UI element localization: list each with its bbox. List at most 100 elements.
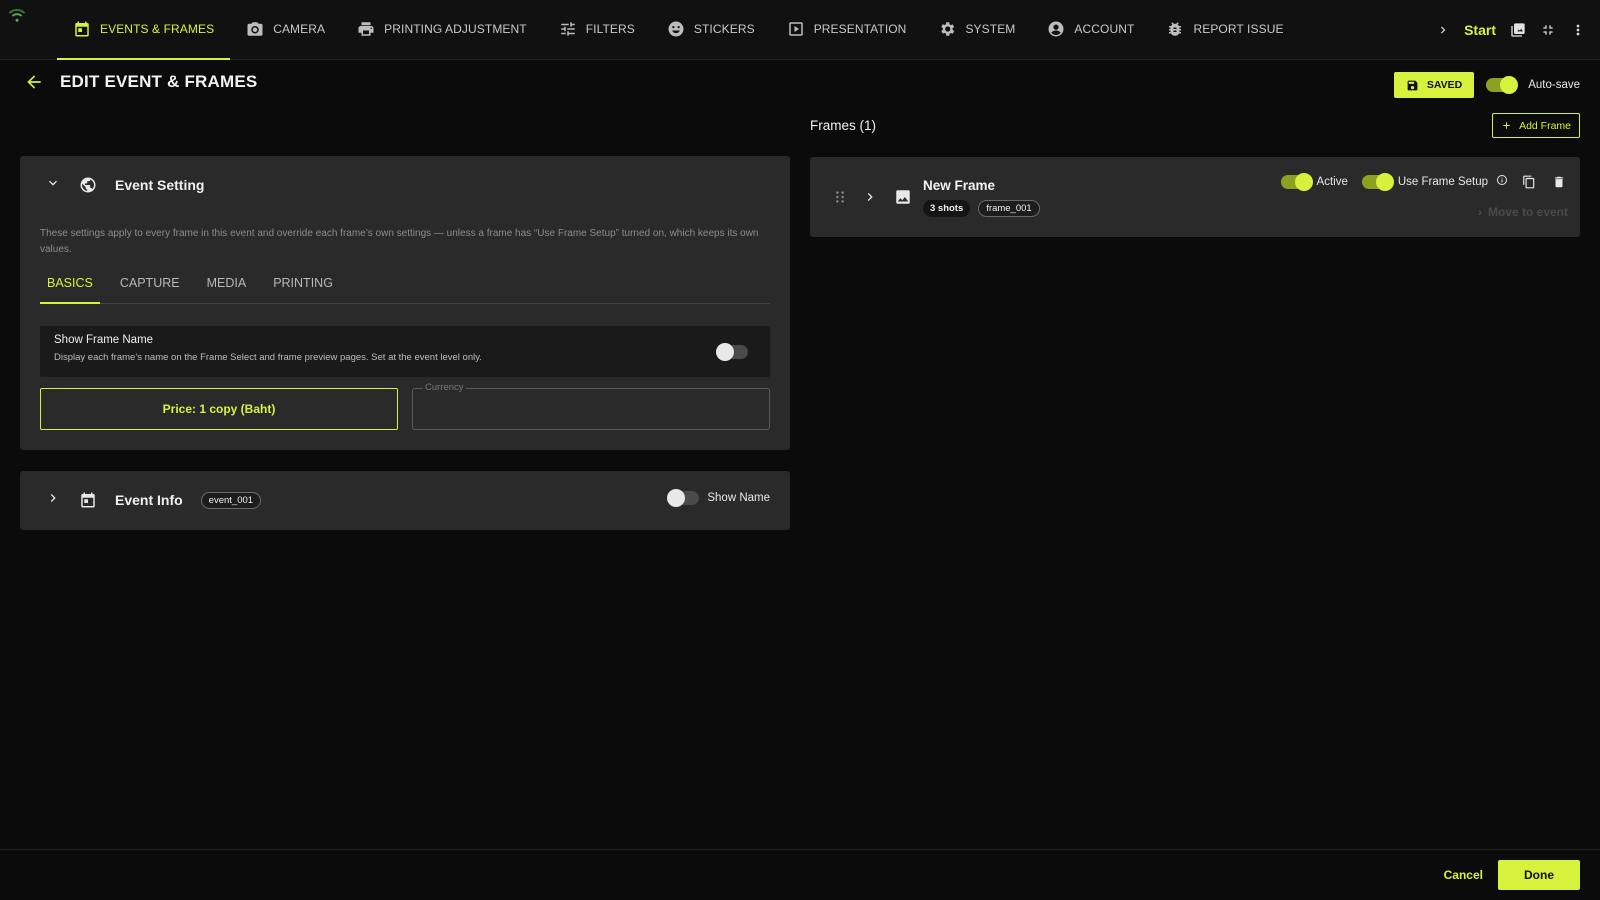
- currency-field[interactable]: Currency: [412, 382, 770, 430]
- page-header: EDIT EVENT & FRAMES: [24, 72, 257, 92]
- chevron-right-icon[interactable]: [1436, 23, 1450, 37]
- tab-printing[interactable]: PRINTING: [266, 264, 340, 304]
- saved-label: SAVED: [1426, 79, 1463, 91]
- event-info-title: Event Info: [115, 492, 183, 508]
- tab-report-issue[interactable]: REPORT ISSUE: [1150, 0, 1299, 60]
- option-description: Display each frame’s name on the Frame S…: [54, 352, 482, 363]
- tab-capture[interactable]: CAPTURE: [113, 264, 187, 304]
- tab-basics[interactable]: BASICS: [40, 264, 100, 304]
- tab-stickers[interactable]: STICKERS: [651, 0, 771, 60]
- done-button[interactable]: Done: [1498, 860, 1580, 890]
- event-setting-description: These settings apply to every frame in t…: [40, 228, 759, 255]
- account-icon: [1048, 21, 1064, 37]
- cancel-button[interactable]: Cancel: [1444, 868, 1483, 882]
- toggle-knob: [1294, 173, 1313, 191]
- currency-label: Currency: [423, 382, 466, 393]
- tab-label: ACCOUNT: [1074, 22, 1135, 36]
- tab-label: STICKERS: [693, 22, 755, 36]
- tab-events-frames[interactable]: EVENTS & FRAMES: [57, 0, 231, 60]
- active-label: Active: [1316, 176, 1348, 188]
- add-frame-button[interactable]: Add Frame: [1492, 113, 1580, 138]
- tab-label: PRESENTATION: [813, 22, 907, 36]
- chevron-right-icon: ›: [1477, 205, 1482, 219]
- delete-icon[interactable]: [1552, 175, 1566, 189]
- toggle-knob: [1375, 173, 1394, 191]
- plus-icon: [1503, 122, 1510, 129]
- event-setting-tabs: BASICS CAPTURE MEDIA PRINTING: [40, 264, 770, 304]
- tab-system[interactable]: SYSTEM: [922, 0, 1031, 60]
- frame-name: New Frame: [923, 178, 996, 193]
- image-icon: [896, 190, 910, 204]
- frame-controls: Active Use Frame Setup: [1280, 173, 1566, 191]
- frame-expand-toggle[interactable]: [862, 189, 878, 210]
- event-setting-panel: Event Setting These settings apply to ev…: [20, 156, 790, 450]
- footer-bar: Cancel Done: [0, 849, 1600, 900]
- arrow-left-icon: [27, 75, 41, 89]
- autosave-label: Auto-save: [1528, 79, 1580, 91]
- add-frame-label: Add Frame: [1519, 119, 1571, 132]
- event-setting-title: Event Setting: [115, 177, 205, 193]
- expand-toggle[interactable]: [45, 490, 61, 511]
- frame-card: New Frame 3 shots frame_001 Active Use F…: [810, 157, 1580, 237]
- option-title: Show Frame Name: [54, 334, 154, 346]
- gallery-icon[interactable]: [1510, 22, 1526, 38]
- collapse-toggle[interactable]: [45, 175, 61, 196]
- tab-filters[interactable]: FILTERS: [543, 0, 651, 60]
- start-button[interactable]: Start: [1464, 22, 1496, 38]
- bug-icon: [1169, 22, 1182, 36]
- tab-label: SYSTEM: [965, 22, 1016, 36]
- event-setting-header[interactable]: Event Setting: [20, 156, 790, 214]
- copy-icon[interactable]: [1522, 175, 1536, 189]
- frame-thumbnail: [894, 188, 912, 211]
- move-to-event-button[interactable]: › Move to event: [1478, 205, 1568, 219]
- info-button[interactable]: [1496, 173, 1508, 191]
- show-name-toggle[interactable]: [667, 489, 700, 507]
- use-frame-setup-label: Use Frame Setup: [1397, 176, 1488, 188]
- toggle-knob: [667, 489, 686, 507]
- nav-tabs: EVENTS & FRAMES CAMERA PRINTING ADJUSTME…: [57, 0, 1300, 60]
- camera-icon: [247, 22, 263, 36]
- tab-presentation[interactable]: PRESENTATION: [771, 0, 923, 60]
- event-id-badge: event_001: [200, 491, 262, 509]
- show-frame-name-toggle[interactable]: [716, 343, 748, 361]
- show-name-label: Show Name: [707, 492, 770, 504]
- drag-handle[interactable]: [834, 190, 846, 209]
- move-to-event-label: Move to event: [1487, 205, 1568, 219]
- fullscreen-exit-icon[interactable]: [1540, 22, 1556, 38]
- tab-printing-adjustment[interactable]: PRINTING ADJUSTMENT: [341, 0, 543, 60]
- save-icon: [1407, 80, 1418, 90]
- toggle-knob: [716, 343, 734, 361]
- saved-button[interactable]: SAVED: [1393, 72, 1475, 98]
- tab-label: EVENTS & FRAMES: [100, 22, 215, 36]
- tab-label: FILTERS: [585, 22, 635, 36]
- more-vertical-icon[interactable]: [1570, 22, 1586, 38]
- frame-active-toggle[interactable]: [1280, 173, 1313, 191]
- calendar-icon: [81, 492, 95, 508]
- back-button[interactable]: [24, 72, 44, 92]
- wifi-icon: [8, 8, 26, 22]
- toggle-knob: [1500, 76, 1519, 94]
- use-frame-setup-toggle[interactable]: [1361, 173, 1394, 191]
- nav-right-actions: Start: [1436, 0, 1586, 60]
- frames-title: Frames (1): [810, 118, 877, 133]
- chevron-down-icon: [49, 180, 57, 186]
- show-name-control: Show Name: [667, 489, 770, 507]
- tab-label: CAMERA: [273, 22, 326, 36]
- chevron-right-icon: [867, 193, 873, 201]
- frame-id-badge: frame_001: [978, 200, 1040, 217]
- tab-label: REPORT ISSUE: [1193, 22, 1284, 36]
- sliders-icon: [560, 22, 575, 36]
- page-title: EDIT EVENT & FRAMES: [60, 72, 258, 91]
- gear-icon: [941, 22, 955, 36]
- play-icon: [788, 22, 803, 36]
- globe-icon: [80, 177, 96, 193]
- tab-account[interactable]: ACCOUNT: [1031, 0, 1150, 60]
- tab-media[interactable]: MEDIA: [200, 264, 254, 304]
- drag-handle-icon: [836, 191, 844, 203]
- show-frame-name-option: Show Frame Name Display each frame’s nam…: [40, 326, 770, 377]
- price-button[interactable]: Price: 1 copy (Baht): [40, 388, 398, 430]
- header-actions: SAVED Auto-save: [1393, 72, 1580, 98]
- autosave-toggle[interactable]: [1486, 76, 1519, 94]
- tab-camera[interactable]: CAMERA: [230, 0, 341, 60]
- tab-label: PRINTING ADJUSTMENT: [384, 22, 527, 36]
